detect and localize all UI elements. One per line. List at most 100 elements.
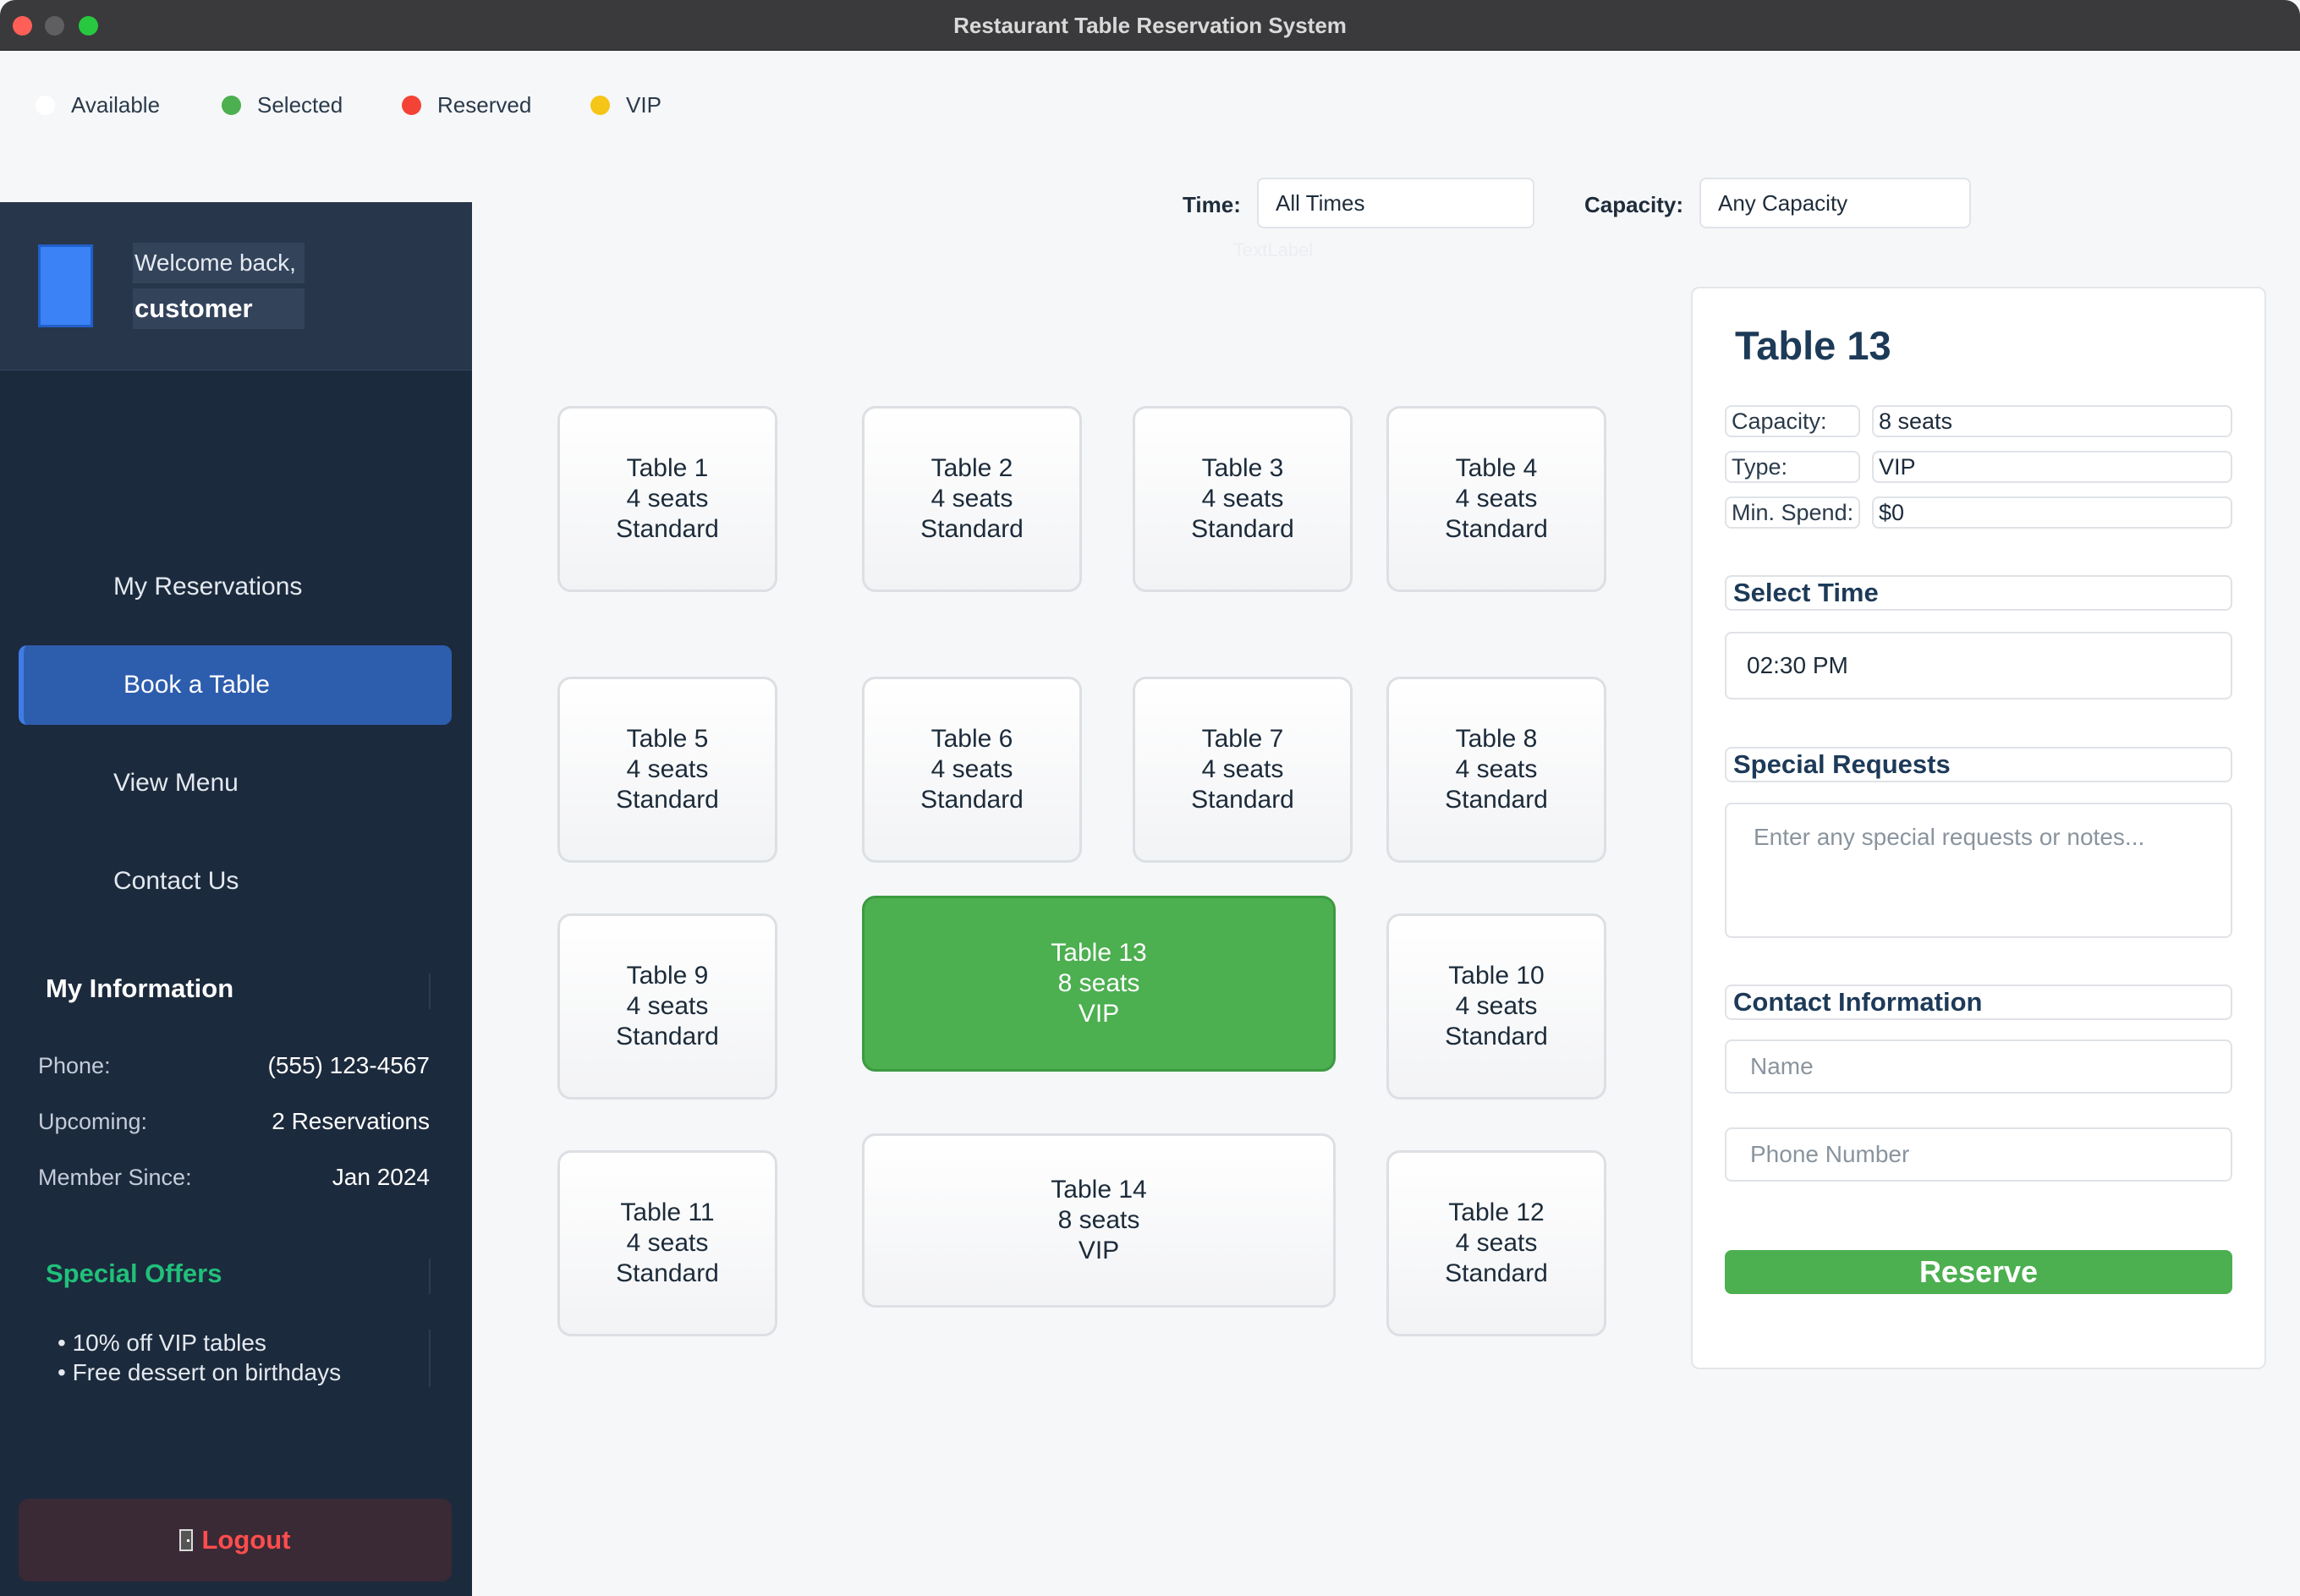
selected-table-title: Table 13 bbox=[1735, 323, 1891, 368]
table-seats: 4 seats bbox=[626, 992, 709, 1020]
table-seats: 8 seats bbox=[1057, 1206, 1140, 1234]
table-name: Table 6 bbox=[930, 725, 1013, 753]
table-name: Table 7 bbox=[1201, 725, 1284, 753]
select-time-heading: Select Time bbox=[1725, 575, 2232, 611]
offer-item: • Free dessert on birthdays bbox=[58, 1359, 342, 1385]
reserved-dot-icon bbox=[402, 95, 421, 115]
table-card[interactable]: Table 14 8 seats VIP bbox=[862, 1133, 1336, 1308]
capacity-filter-label: Capacity: bbox=[1584, 192, 1684, 217]
reserve-button[interactable]: Reserve bbox=[1725, 1250, 2232, 1294]
table-name: Table 8 bbox=[1455, 725, 1538, 753]
nav-book-a-table[interactable]: Book a Table bbox=[19, 645, 452, 725]
sidebar: Welcome back, customer My Reservations B… bbox=[0, 202, 472, 1596]
name-input[interactable]: Name bbox=[1725, 1039, 2232, 1094]
time-select[interactable]: 02:30 PM bbox=[1725, 632, 2232, 699]
logout-button[interactable]: Logout bbox=[19, 1499, 452, 1582]
table-type: Standard bbox=[1191, 515, 1294, 543]
member-since-value: Jan 2024 bbox=[332, 1164, 430, 1190]
table-seats: 4 seats bbox=[1455, 1229, 1538, 1257]
table-type: Standard bbox=[616, 786, 719, 814]
table-name: Table 12 bbox=[1448, 1198, 1545, 1226]
legend-selected: Selected bbox=[222, 88, 343, 122]
special-offers-title: Special Offers bbox=[46, 1259, 222, 1288]
table-card[interactable]: Table 3 4 seats Standard bbox=[1133, 406, 1353, 592]
phone-number-input[interactable]: Phone Number bbox=[1725, 1127, 2232, 1182]
table-card-selected[interactable]: Table 13 8 seats VIP bbox=[862, 896, 1336, 1072]
profile-header: Welcome back, customer bbox=[0, 202, 472, 370]
my-information-title: My Information bbox=[46, 974, 234, 1003]
section-divider bbox=[429, 974, 431, 1009]
table-seats: 4 seats bbox=[1455, 485, 1538, 513]
welcome-label: Welcome back, bbox=[133, 243, 305, 283]
logout-label: Logout bbox=[201, 1525, 291, 1555]
legend-reserved: Reserved bbox=[402, 88, 531, 122]
table-card[interactable]: Table 12 4 seats Standard bbox=[1386, 1150, 1606, 1336]
table-type: VIP bbox=[1078, 1000, 1120, 1028]
section-divider bbox=[429, 1259, 431, 1294]
table-card[interactable]: Table 1 4 seats Standard bbox=[557, 406, 777, 592]
legend-available: Available bbox=[36, 88, 160, 122]
table-type: Standard bbox=[1445, 786, 1548, 814]
table-type: Standard bbox=[1445, 515, 1548, 543]
table-type: Standard bbox=[616, 1023, 719, 1050]
table-card[interactable]: Table 5 4 seats Standard bbox=[557, 677, 777, 863]
table-seats: 4 seats bbox=[1455, 992, 1538, 1020]
min-spend-value: $0 bbox=[1872, 496, 2232, 529]
capacity-value: 8 seats bbox=[1872, 405, 2232, 437]
table-name: Table 5 bbox=[626, 725, 709, 753]
nav-view-menu[interactable]: View Menu bbox=[19, 743, 452, 823]
table-seats: 4 seats bbox=[1201, 485, 1284, 513]
time-filter-label: Time: bbox=[1183, 192, 1241, 217]
username-label: customer bbox=[133, 288, 305, 329]
offer-item: • 10% off VIP tables bbox=[58, 1330, 266, 1356]
table-seats: 4 seats bbox=[626, 1229, 709, 1257]
table-seats: 8 seats bbox=[1057, 969, 1140, 997]
nav-contact-us[interactable]: Contact Us bbox=[19, 842, 452, 921]
table-name: Table 3 bbox=[1201, 454, 1284, 482]
table-seats: 4 seats bbox=[1201, 755, 1284, 783]
special-requests-heading: Special Requests bbox=[1725, 747, 2232, 782]
table-name: Table 14 bbox=[1051, 1176, 1147, 1204]
table-card[interactable]: Table 9 4 seats Standard bbox=[557, 913, 777, 1100]
table-card[interactable]: Table 4 4 seats Standard bbox=[1386, 406, 1606, 592]
table-card[interactable]: Table 11 4 seats Standard bbox=[557, 1150, 777, 1336]
capacity-label: Capacity: bbox=[1725, 405, 1860, 437]
table-type: Standard bbox=[920, 786, 1024, 814]
table-type: Standard bbox=[616, 1259, 719, 1287]
table-name: Table 1 bbox=[626, 454, 709, 482]
type-value: VIP bbox=[1872, 451, 2232, 483]
legend-label: Reserved bbox=[437, 91, 532, 118]
special-requests-textarea[interactable]: Enter any special requests or notes... bbox=[1725, 803, 2232, 938]
table-card[interactable]: Table 10 4 seats Standard bbox=[1386, 913, 1606, 1100]
nav-my-reservations[interactable]: My Reservations bbox=[19, 547, 452, 627]
table-details-panel: Table 13 Capacity: 8 seats Type: VIP Min… bbox=[1691, 287, 2266, 1369]
table-seats: 4 seats bbox=[626, 485, 709, 513]
legend-vip: VIP bbox=[590, 88, 661, 122]
table-name: Table 2 bbox=[930, 454, 1013, 482]
phone-value: (555) 123-4567 bbox=[267, 1052, 430, 1078]
table-seats: 4 seats bbox=[1455, 755, 1538, 783]
table-card[interactable]: Table 2 4 seats Standard bbox=[862, 406, 1082, 592]
available-dot-icon bbox=[36, 95, 55, 115]
door-icon bbox=[179, 1529, 194, 1551]
text-label: TextLabel bbox=[1233, 239, 1314, 261]
table-seats: 4 seats bbox=[930, 755, 1013, 783]
title-bar: Restaurant Table Reservation System bbox=[0, 0, 2300, 51]
table-seats: 4 seats bbox=[930, 485, 1013, 513]
table-name: Table 9 bbox=[626, 962, 709, 990]
table-type: Standard bbox=[616, 515, 719, 543]
table-card[interactable]: Table 7 4 seats Standard bbox=[1133, 677, 1353, 863]
upcoming-label: Upcoming: bbox=[38, 1109, 148, 1134]
legend-label: VIP bbox=[626, 91, 661, 118]
table-card[interactable]: Table 8 4 seats Standard bbox=[1386, 677, 1606, 863]
table-name: Table 11 bbox=[620, 1198, 715, 1226]
capacity-filter-select[interactable]: Any Capacity bbox=[1699, 178, 1971, 228]
table-type: Standard bbox=[1191, 786, 1294, 814]
type-label: Type: bbox=[1725, 451, 1860, 483]
table-card[interactable]: Table 6 4 seats Standard bbox=[862, 677, 1082, 863]
time-filter-select[interactable]: All Times bbox=[1257, 178, 1534, 228]
phone-label: Phone: bbox=[38, 1053, 111, 1078]
table-type: Standard bbox=[1445, 1259, 1548, 1287]
table-type: Standard bbox=[1445, 1023, 1548, 1050]
selected-dot-icon bbox=[222, 95, 241, 115]
